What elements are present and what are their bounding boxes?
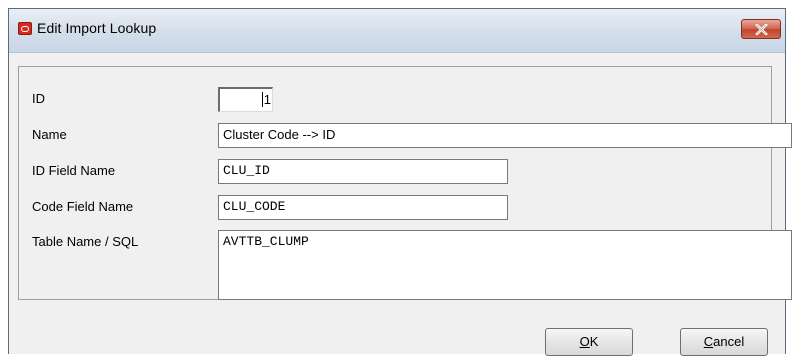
cancel-label-rest: ancel — [713, 334, 745, 349]
lookup-fields-group: ID 1 Name Cluster Code --> ID ID Field N… — [18, 66, 792, 300]
ok-label-rest: K — [589, 334, 599, 349]
cancel-mnemonic: C — [703, 334, 714, 349]
id-field[interactable]: 1 — [218, 87, 273, 112]
id-label: ID — [32, 91, 45, 106]
code-field-name-input[interactable]: CLU_CODE — [218, 195, 508, 220]
cancel-button[interactable]: Cancel — [680, 328, 768, 356]
id-field-name-input[interactable]: CLU_ID — [218, 159, 508, 184]
close-button[interactable] — [741, 19, 781, 39]
edit-import-lookup-dialog: Edit Import Lookup ID 1 Name Cluster Cod… — [8, 8, 792, 356]
ok-button[interactable]: OK — [545, 328, 633, 356]
name-label: Name — [32, 127, 67, 142]
ok-mnemonic: O — [579, 334, 590, 349]
id-value: 1 — [263, 92, 271, 107]
close-x-icon — [755, 24, 768, 35]
table-name-sql-textarea[interactable]: AVTTB_CLUMP — [218, 230, 792, 300]
title-bar[interactable]: Edit Import Lookup — [9, 9, 785, 53]
oracle-logo-icon — [18, 22, 32, 35]
dialog-title: Edit Import Lookup — [37, 20, 157, 36]
text-caret — [261, 92, 263, 107]
name-field[interactable]: Cluster Code --> ID — [218, 123, 792, 148]
id-field-name-label: ID Field Name — [32, 163, 116, 178]
table-name-sql-label: Table Name / SQL — [32, 234, 139, 249]
code-field-name-label: Code Field Name — [32, 199, 134, 214]
